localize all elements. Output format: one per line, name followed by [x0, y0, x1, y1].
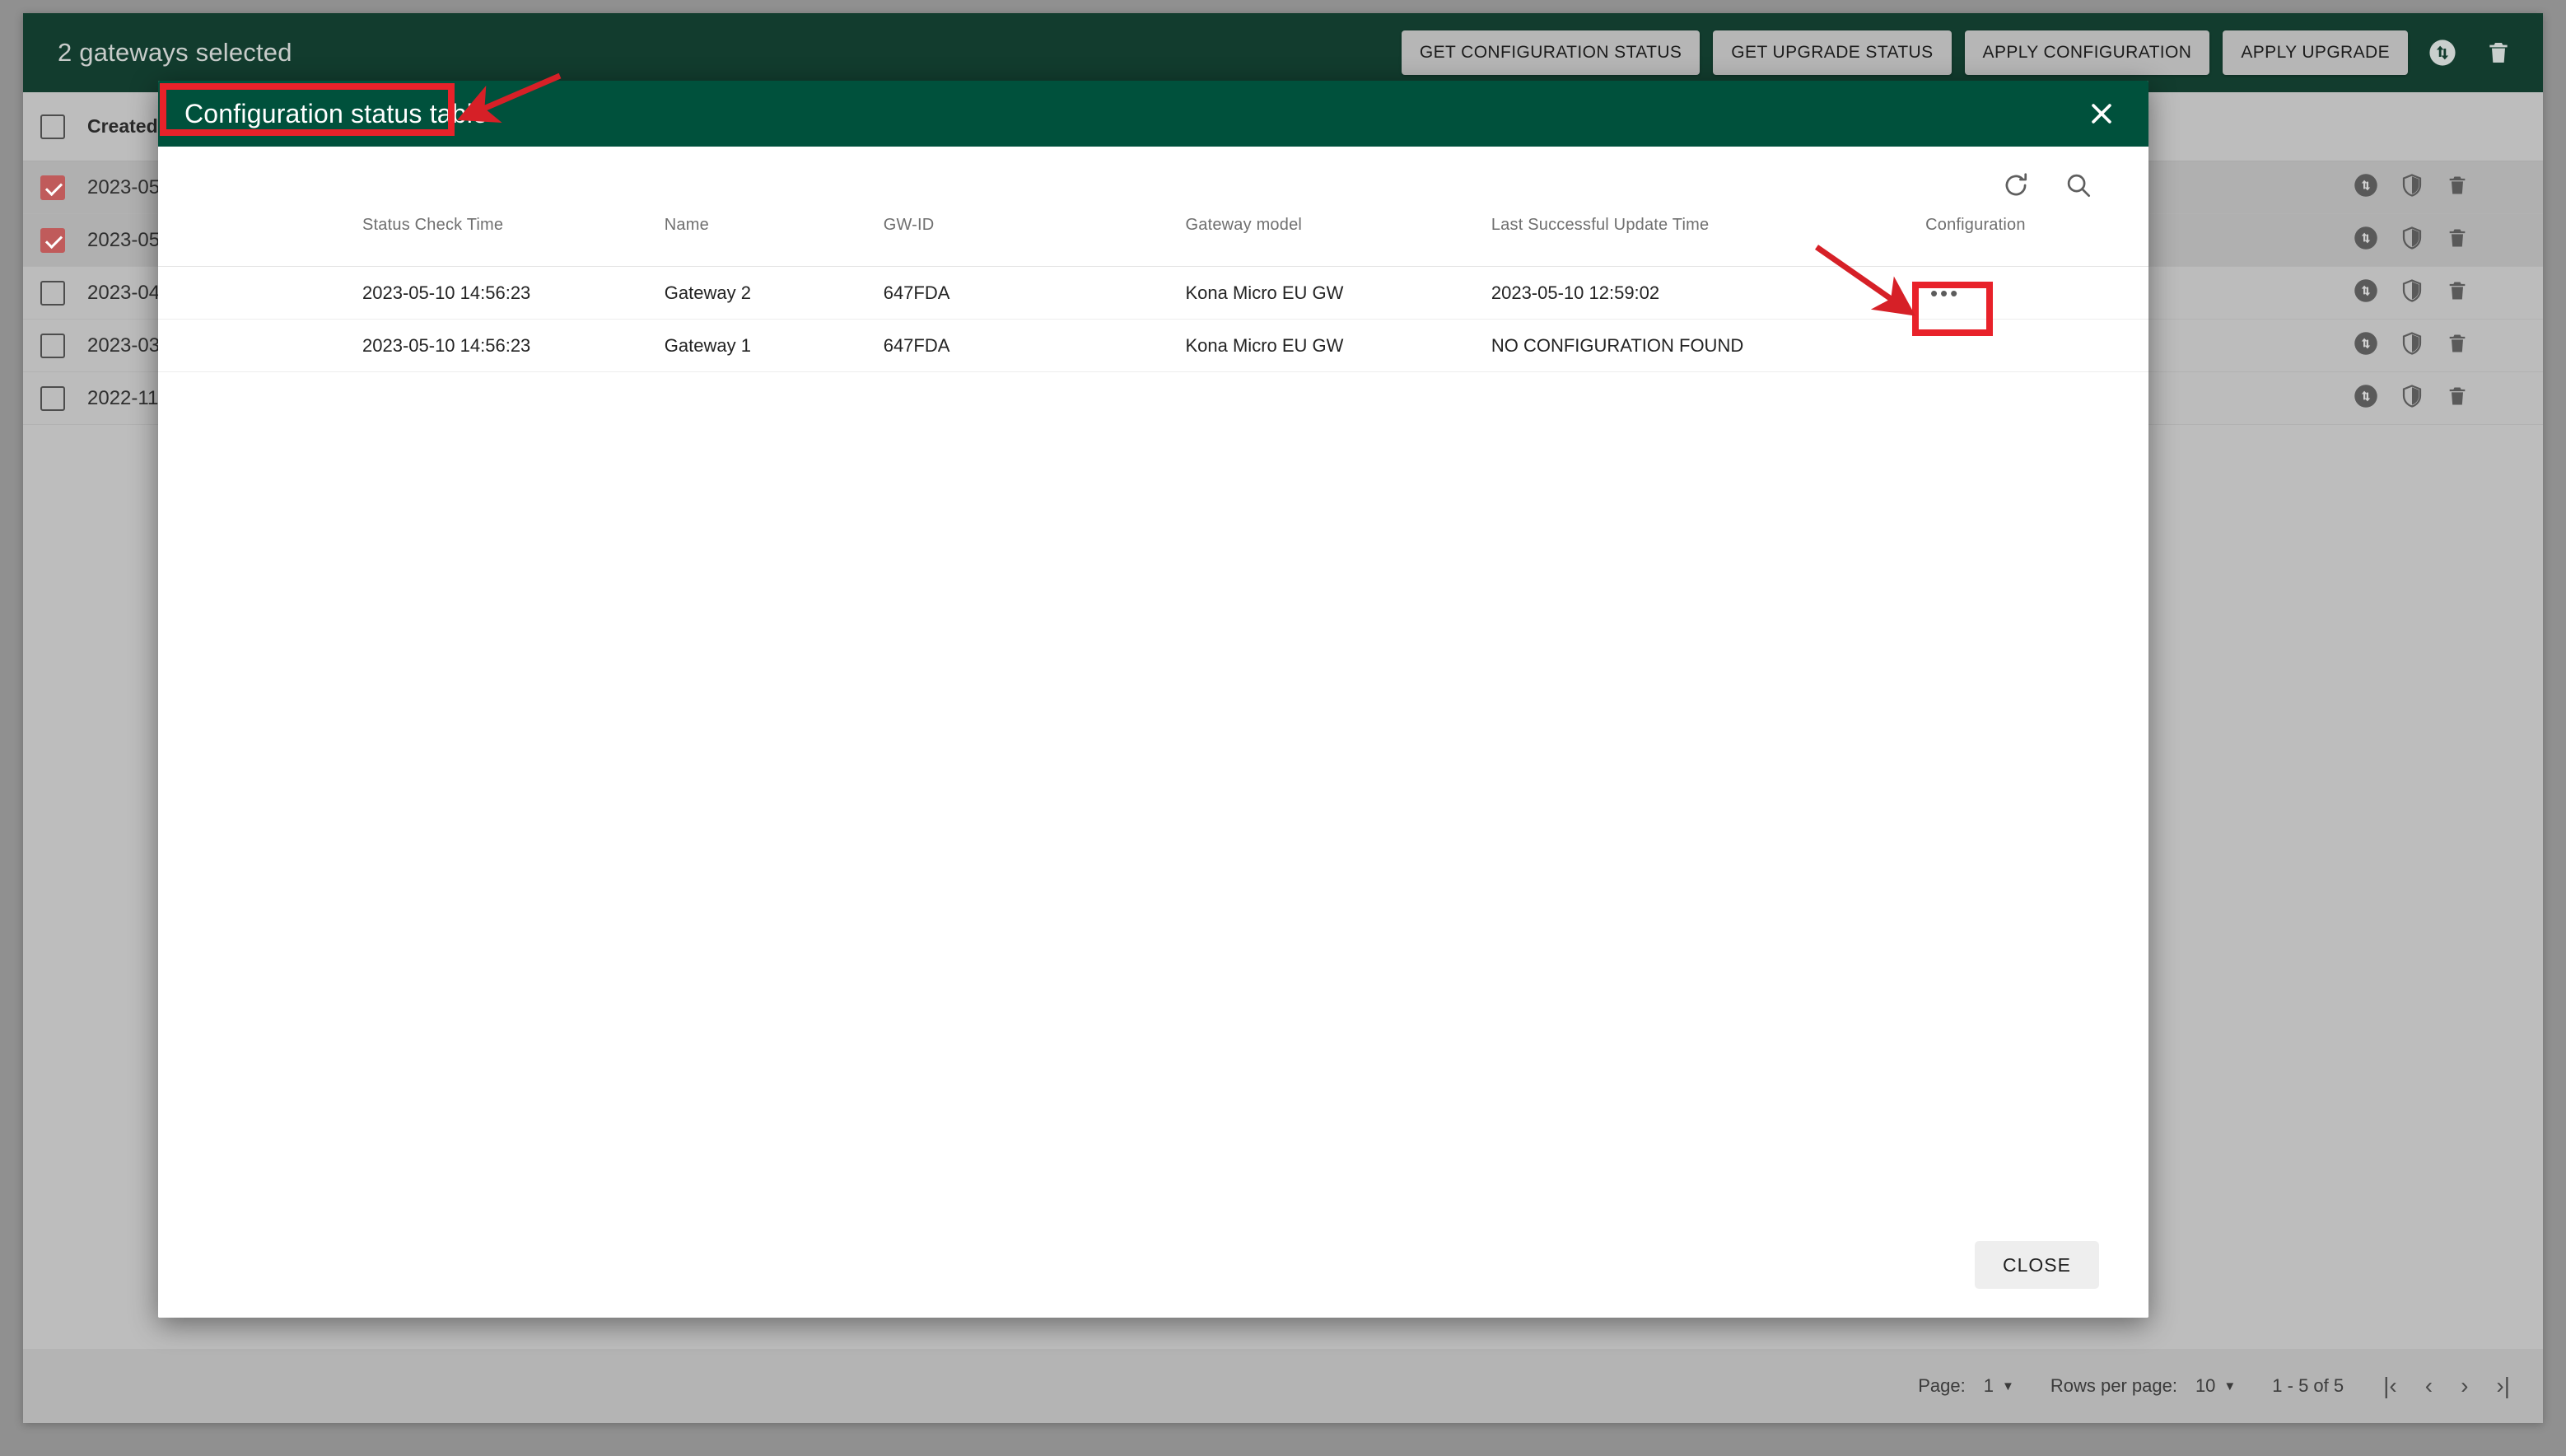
page-select[interactable]: 1 ▼ [1984, 1375, 2014, 1397]
cell-last-successful-update-time: NO CONFIGURATION FOUND [1491, 334, 1744, 356]
rows-per-page-select[interactable]: 10 ▼ [2195, 1375, 2236, 1397]
cell-configuration: ••• [1925, 282, 2099, 305]
cell-name: Gateway 2 [664, 282, 751, 303]
chevron-down-icon: ▼ [2001, 1379, 2014, 1393]
row-actions [2354, 384, 2543, 413]
cell-gw-id: 647FDA [883, 334, 950, 356]
shield-icon[interactable] [2400, 278, 2424, 307]
row-checkbox[interactable] [40, 227, 65, 253]
upgrade-icon[interactable] [2354, 173, 2378, 202]
paginator-nav: |‹ ‹ › ›| [2383, 1374, 2510, 1398]
get-upgrade-status-button[interactable]: GET UPGRADE STATUS [1713, 30, 1952, 75]
row-checkbox-cell[interactable] [23, 333, 82, 358]
row-checkbox[interactable] [40, 175, 65, 200]
column-header-gw-id: GW-ID [883, 216, 935, 234]
delete-icon[interactable] [2446, 174, 2469, 201]
delete-icon[interactable] [2446, 332, 2469, 359]
previous-page-icon[interactable]: ‹ [2425, 1374, 2433, 1398]
upgrade-icon[interactable] [2421, 31, 2464, 74]
dialog-footer: CLOSE [158, 1212, 2148, 1318]
selection-actions: GET CONFIGURATION STATUS GET UPGRADE STA… [1401, 30, 2520, 75]
delete-icon[interactable] [2477, 31, 2520, 74]
apply-configuration-button[interactable]: APPLY CONFIGURATION [1964, 30, 2210, 75]
row-checkbox[interactable] [40, 333, 65, 358]
configuration-menu-button[interactable]: ••• [1925, 282, 1965, 305]
configuration-menu-placeholder [1925, 334, 1965, 357]
select-all-checkbox-cell[interactable] [23, 114, 82, 139]
page-value: 1 [1983, 1375, 1994, 1396]
rows-per-page-label: Rows per page: [2050, 1375, 2177, 1396]
screen-root: 2 gateways selected GET CONFIGURATION ST… [0, 0, 2566, 1456]
table-row: 2023-05-10 14:56:23 Gateway 2 647FDA Kona M… [158, 267, 2148, 320]
dialog-header: Configuration status table [158, 81, 2148, 147]
close-button[interactable]: CLOSE [1975, 1241, 2099, 1289]
upgrade-icon[interactable] [2354, 331, 2378, 360]
cell-last-successful-update-time: 2023-05-10 12:59:02 [1491, 282, 1660, 303]
apply-upgrade-button[interactable]: APPLY UPGRADE [2223, 30, 2408, 75]
refresh-icon[interactable] [2000, 170, 2032, 201]
table-row: 2023-05-10 14:56:23 Gateway 1 647FDA Kona M… [158, 320, 2148, 372]
cell-status-check-time: 2023-05-10 14:56:23 [362, 334, 531, 356]
upgrade-icon[interactable] [2354, 226, 2378, 254]
row-checkbox[interactable] [40, 280, 65, 306]
row-actions [2354, 173, 2543, 202]
delete-icon[interactable] [2446, 226, 2469, 254]
row-checkbox[interactable] [40, 385, 65, 411]
select-all-checkbox[interactable] [40, 114, 65, 139]
column-header-name: Name [664, 216, 709, 234]
configuration-status-dialog: Configuration status table Status Check … [158, 81, 2148, 1318]
row-checkbox-cell[interactable] [23, 280, 82, 306]
column-header-status-check-time: Status Check Time [362, 216, 504, 234]
page-range-label: 1 - 5 of 5 [2272, 1375, 2344, 1396]
column-header-last-successful-update-time: Last Successful Update Time [1491, 216, 1710, 234]
row-actions [2354, 226, 2543, 254]
configuration-status-table-header: Status Check Time Name GW-ID Gateway mod… [158, 216, 2148, 267]
last-page-icon[interactable]: ›| [2496, 1374, 2510, 1398]
row-checkbox-cell[interactable] [23, 385, 82, 411]
row-checkbox-cell[interactable] [23, 175, 82, 200]
search-icon[interactable] [2063, 170, 2094, 201]
column-header-configuration: Configuration [1925, 216, 2026, 234]
rows-per-page-value: 10 [2195, 1375, 2216, 1396]
row-actions [2354, 278, 2543, 307]
shield-icon[interactable] [2400, 331, 2424, 360]
shield-icon[interactable] [2400, 384, 2424, 413]
upgrade-icon[interactable] [2354, 384, 2378, 413]
cell-configuration [1925, 334, 2099, 357]
cell-gw-id: 647FDA [883, 282, 950, 303]
row-checkbox-cell[interactable] [23, 227, 82, 253]
shield-icon[interactable] [2400, 173, 2424, 202]
cell-gateway-model: Kona Micro EU GW [1185, 282, 1344, 303]
cell-status-check-time: 2023-05-10 14:56:23 [362, 282, 531, 303]
dialog-title: Configuration status table [184, 98, 488, 128]
delete-icon[interactable] [2446, 385, 2469, 412]
dialog-body: Status Check Time Name GW-ID Gateway mod… [158, 147, 2148, 1212]
cell-gateway-model: Kona Micro EU GW [1185, 334, 1344, 356]
next-page-icon[interactable]: › [2461, 1374, 2468, 1398]
column-header-gateway-model: Gateway model [1185, 216, 1303, 234]
get-configuration-status-button[interactable]: GET CONFIGURATION STATUS [1401, 30, 1701, 75]
configuration-status-table: Status Check Time Name GW-ID Gateway mod… [158, 216, 2148, 372]
dialog-close-icon[interactable] [2083, 95, 2120, 133]
dialog-table-toolbar [158, 147, 2148, 216]
first-page-icon[interactable]: |‹ [2383, 1374, 2397, 1398]
delete-icon[interactable] [2446, 279, 2469, 306]
chevron-down-icon: ▼ [2223, 1379, 2237, 1393]
cell-name: Gateway 1 [664, 334, 751, 356]
shield-icon[interactable] [2400, 226, 2424, 254]
upgrade-icon[interactable] [2354, 278, 2378, 307]
paginator: Page: 1 ▼ Rows per page: 10 ▼ 1 - 5 of 5… [23, 1349, 2543, 1423]
selection-count-label: 2 gateways selected [58, 38, 292, 67]
page-label: Page: [1918, 1375, 1966, 1396]
row-actions [2354, 331, 2543, 360]
configuration-status-table-body: 2023-05-10 14:56:23 Gateway 2 647FDA Kona M… [158, 267, 2148, 372]
